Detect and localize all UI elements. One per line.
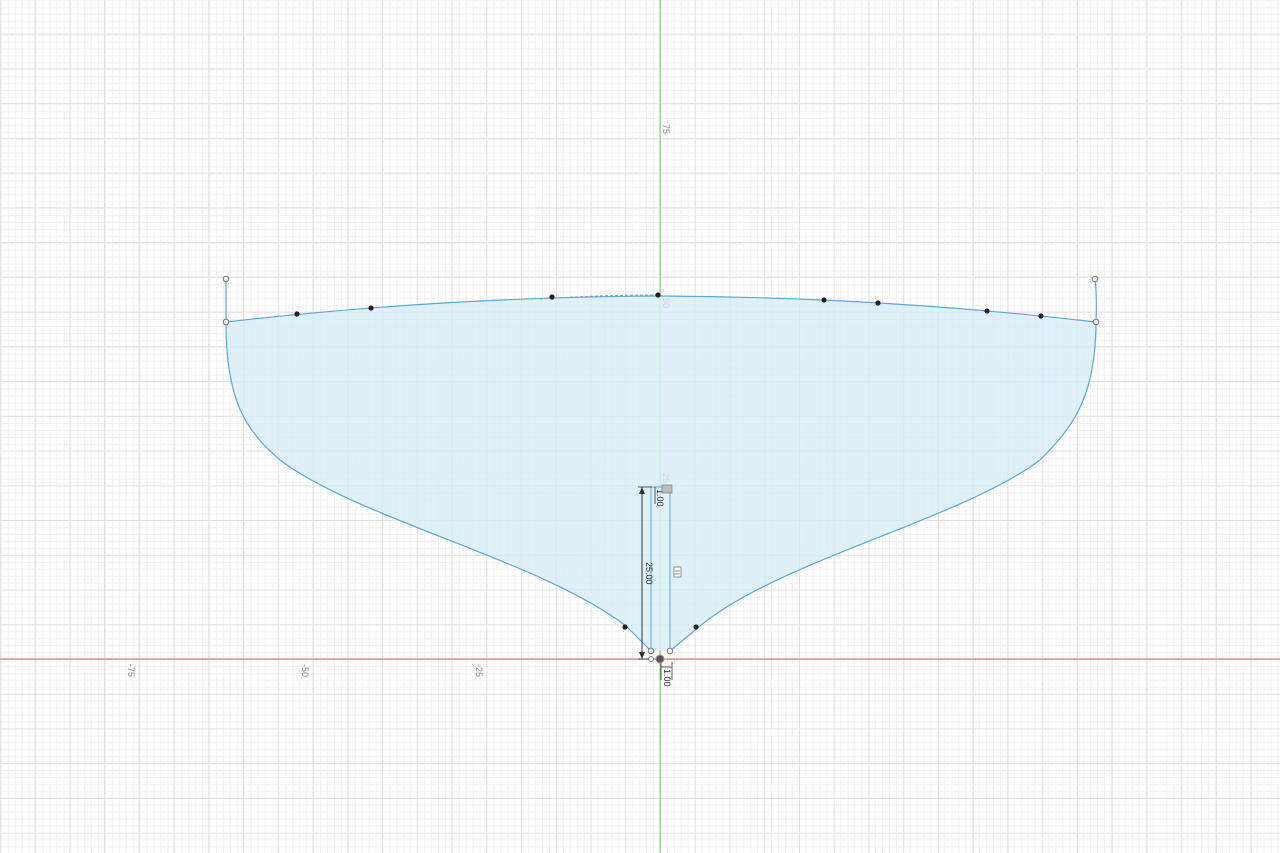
control-point[interactable]: [875, 300, 881, 306]
dimension-value-height[interactable]: 25.00: [644, 562, 654, 585]
control-point[interactable]: [368, 305, 374, 311]
end-point[interactable]: [666, 647, 674, 655]
control-point[interactable]: [622, 624, 628, 630]
end-point[interactable]: [648, 656, 654, 662]
control-point[interactable]: [655, 292, 661, 298]
sketch-canvas[interactable]: -75 -50 -25 75 50 25 25.00 1.00: [0, 0, 1280, 853]
x-axis-label-neg75: -75: [126, 664, 136, 677]
origin-point[interactable]: [655, 654, 665, 664]
control-point[interactable]: [821, 297, 827, 303]
control-point[interactable]: [1038, 313, 1044, 319]
horizontal-constraint-icon[interactable]: [661, 484, 673, 494]
x-axis-label-neg50: -50: [300, 664, 310, 677]
y-axis-label-75: 75: [661, 124, 671, 134]
end-point[interactable]: [222, 275, 230, 283]
control-point[interactable]: [549, 294, 555, 300]
hull-profile-fill[interactable]: [226, 296, 1096, 651]
dimension-arrow-bottom: [639, 652, 645, 659]
control-point[interactable]: [294, 311, 300, 317]
control-point[interactable]: [693, 624, 699, 630]
control-point[interactable]: [984, 308, 990, 314]
end-point[interactable]: [1092, 318, 1100, 326]
sketch-layer[interactable]: -75 -50 -25 75 50 25 25.00 1.00: [0, 0, 1280, 853]
end-line-right[interactable]: [1094, 278, 1097, 323]
x-axis-label-neg25: -25: [474, 664, 484, 677]
dimension-value-bottom[interactable]: 1.00: [662, 669, 672, 687]
vertical-constraint-icon[interactable]: [673, 566, 682, 578]
end-point[interactable]: [647, 647, 655, 655]
end-point[interactable]: [1091, 275, 1099, 283]
end-point[interactable]: [222, 318, 230, 326]
